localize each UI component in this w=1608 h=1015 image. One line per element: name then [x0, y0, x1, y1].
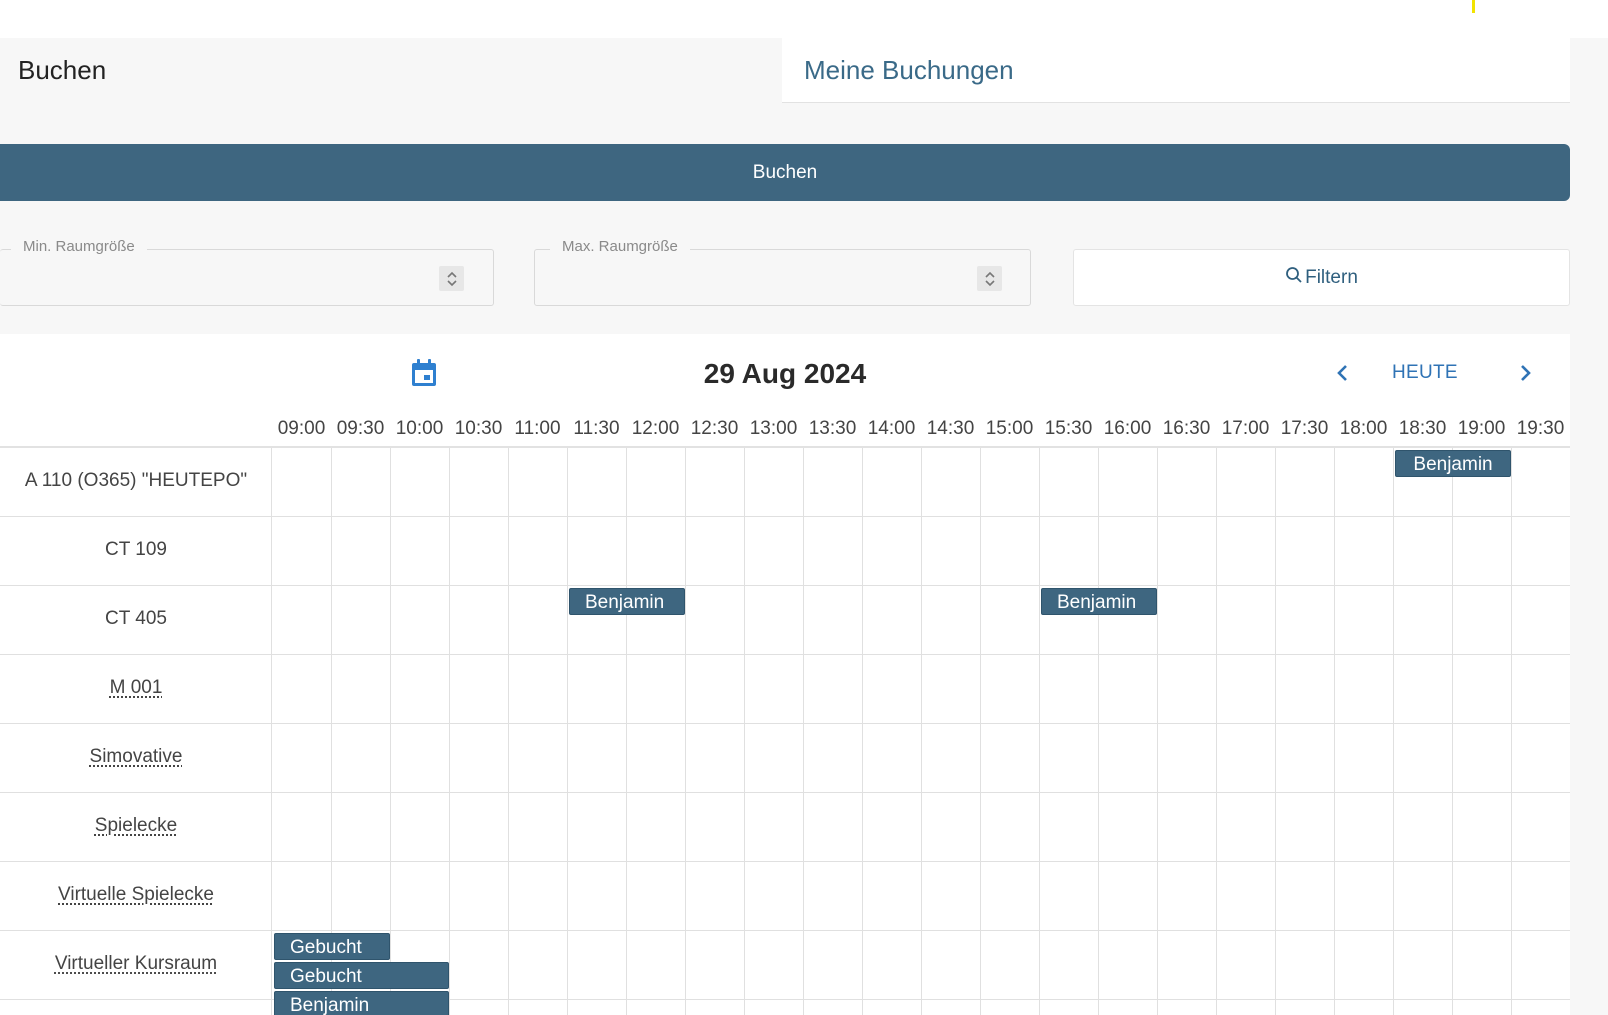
- time-header: 09:00 09:30 10:00 10:30 11:00 11:30 12:00 12:30…: [272, 418, 1570, 446]
- today-button[interactable]: HEUTE: [1392, 362, 1458, 384]
- time-label: 12:30: [690, 418, 739, 439]
- booking-event[interactable]: Benjamin: [274, 991, 449, 1015]
- time-label: 09:00: [277, 418, 326, 439]
- time-label: 10:00: [395, 418, 444, 439]
- grid-row-line: [0, 585, 1570, 586]
- time-label: 15:00: [985, 418, 1034, 439]
- time-label: 15:30: [1044, 418, 1093, 439]
- top-bar: [0, 0, 1608, 38]
- filter-button-label: Filtern: [1305, 266, 1358, 288]
- grid-row-line: [0, 999, 1570, 1000]
- room-name[interactable]: Simovative: [90, 746, 183, 767]
- filter-button[interactable]: Filtern: [1073, 249, 1570, 306]
- time-label: 16:30: [1162, 418, 1211, 439]
- booking-event[interactable]: Benjamin: [1395, 450, 1511, 477]
- tab-meine-buchungen[interactable]: Meine Buchungen: [782, 38, 1570, 103]
- booking-page: Buchen Meine Buchungen Buchen Min. Raumg…: [0, 38, 1608, 1015]
- min-spinner-icon[interactable]: [439, 266, 464, 291]
- room-label: CT 109: [0, 539, 272, 561]
- time-label: 13:30: [808, 418, 857, 439]
- chevron-right-icon[interactable]: [1512, 358, 1538, 388]
- max-room-size-label: Max. Raumgröße: [550, 238, 690, 255]
- room-name: CT 405: [105, 608, 167, 629]
- time-label: 14:00: [867, 418, 916, 439]
- time-label: 18:30: [1398, 418, 1447, 439]
- time-label: 17:00: [1221, 418, 1270, 439]
- room-name: A 110 (O365) "HEUTEPO": [24, 470, 248, 491]
- max-room-size-field[interactable]: Max. Raumgröße: [534, 238, 1031, 306]
- room-calendar: 29 Aug 2024 HEUTE 09:00 09:30 10:00 10:30 11…: [0, 334, 1570, 1015]
- booking-event[interactable]: Gebucht: [274, 962, 449, 989]
- booking-event[interactable]: Benjamin: [1041, 588, 1157, 615]
- grid-row-line: [0, 792, 1570, 793]
- time-label: 12:00: [631, 418, 680, 439]
- room-name[interactable]: M 001: [110, 677, 163, 698]
- grid-row-line: [0, 861, 1570, 862]
- tab-buchen[interactable]: Buchen: [0, 38, 782, 103]
- booking-event[interactable]: Benjamin: [569, 588, 685, 615]
- room-label[interactable]: M 001: [0, 677, 272, 699]
- booking-event[interactable]: Gebucht: [274, 933, 390, 960]
- min-room-size-field[interactable]: Min. Raumgröße: [0, 238, 494, 306]
- time-label: 16:00: [1103, 418, 1152, 439]
- yellow-marker: [1472, 0, 1475, 13]
- room-label: A 110 (O365) "HEUTEPO": [0, 470, 272, 492]
- time-label: 19:30: [1516, 418, 1565, 439]
- time-label: 11:30: [573, 418, 620, 439]
- schedule-grid: A 110 (O365) "HEUTEPO" CT 109 CT 405 M 001 S…: [0, 446, 1570, 1015]
- search-icon: [1285, 266, 1305, 290]
- time-label: 19:00: [1457, 418, 1506, 439]
- room-label: CT 405: [0, 608, 272, 630]
- room-name: CT 109: [105, 539, 167, 560]
- time-label: 18:00: [1339, 418, 1388, 439]
- time-label: 14:30: [926, 418, 975, 439]
- book-button[interactable]: Buchen: [0, 144, 1570, 201]
- room-name[interactable]: Spielecke: [95, 815, 177, 836]
- room-label[interactable]: Spielecke: [0, 815, 272, 837]
- time-label: 11:00: [514, 418, 561, 439]
- time-label: 10:30: [454, 418, 503, 439]
- grid-row-line: [0, 516, 1570, 517]
- max-spinner-icon[interactable]: [977, 266, 1002, 291]
- grid-row-line: [0, 654, 1570, 655]
- room-name[interactable]: Virtuelle Spielecke: [58, 884, 214, 905]
- grid-row-line: [0, 930, 1570, 931]
- room-label[interactable]: Virtuelle Spielecke: [0, 884, 272, 906]
- time-label: 17:30: [1280, 418, 1329, 439]
- room-name[interactable]: Virtueller Kursraum: [55, 953, 217, 974]
- time-label: 13:00: [749, 418, 798, 439]
- min-room-size-label: Min. Raumgröße: [11, 238, 147, 255]
- grid-row-line: [0, 723, 1570, 724]
- calendar-icon[interactable]: [410, 358, 438, 388]
- room-label[interactable]: Virtueller Kursraum: [0, 953, 272, 975]
- chevron-left-icon[interactable]: [1330, 358, 1356, 388]
- room-label[interactable]: Simovative: [0, 746, 272, 768]
- time-label: 09:30: [336, 418, 385, 439]
